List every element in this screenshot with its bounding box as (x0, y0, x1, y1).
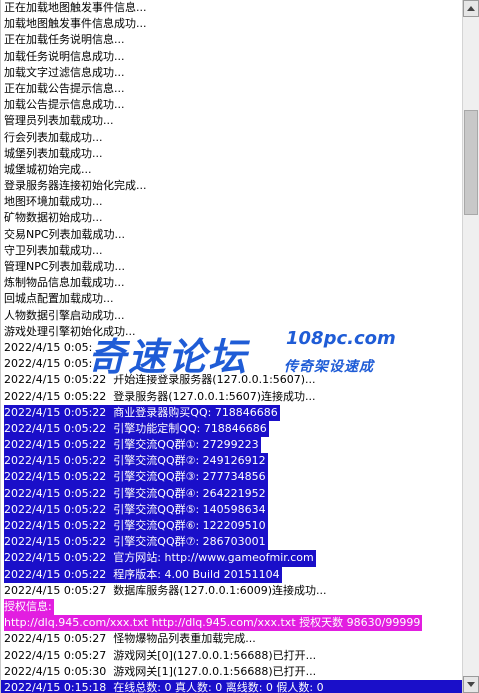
log-line-text: 城堡城初始完成... (4, 162, 92, 176)
log-line-text: 加载任务说明信息成功... (4, 49, 125, 63)
log-line-text: 2022/4/15 0:15:18 在线总数: 0 真人数: 0 离线数: 0 … (4, 680, 324, 693)
log-line-text: 2022/4/15 0:05:30 游戏网关[1](127.0.0.1:5668… (4, 664, 317, 678)
log-line: 2022/4/15 0:05:22 开始连接登录服务器(127.0.0.1:56… (1, 372, 462, 388)
log-line: 城堡城初始完成... (1, 162, 462, 178)
log-line: 交易NPC列表加载成功... (1, 227, 462, 243)
log-line-text: 2022/4/15 0:05:27 游戏网关[0](127.0.0.1:5668… (4, 648, 317, 662)
arrow-up-icon (467, 6, 475, 11)
log-line: 管理员列表加载成功... (1, 113, 462, 129)
server-log-panel[interactable]: 正在加载地图触发事件信息... 加载地图触发事件信息成功... 正在加载任务说明信息… (0, 0, 462, 693)
log-line: 2022/4/15 0:05:22 官方网站: http://www.gameo… (1, 550, 462, 567)
vertical-scrollbar[interactable] (462, 0, 479, 693)
log-line-text: 2022/4/15 0:05:22 引擎功能定制QQ: 718846686 (4, 420, 269, 438)
log-line: 2022/4/15 0:15:18 在线总数: 0 真人数: 0 离线数: 0 … (1, 679, 462, 693)
log-line-text: 游戏处理引擎初始化成功... (4, 324, 136, 338)
log-line-text: 2022/4/15 0:05:22 引擎交流QQ群①: 27299223 (4, 437, 261, 454)
log-line: 2022/4/15 0:05:30 游戏网关[1](127.0.0.1:5668… (1, 664, 462, 680)
log-line-text: 2022/4/15 0:05:22 官方网站: http://www.gameo… (4, 550, 316, 567)
log-line-text: 加载文字过滤信息成功... (4, 65, 125, 79)
log-line: 游戏处理引擎初始化成功... (1, 324, 462, 340)
log-line-text: 2022/4/15 0:05:22 引擎交流QQ群②: 249126912 (4, 453, 268, 470)
log-line-text: http://dlq.945.com/xxx.txt http://dlq.94… (4, 615, 423, 632)
log-line: 2022/4/15 0:05:22 引擎交流QQ群⑤: 140598634 (1, 501, 462, 519)
log-line: 矿物数据初始成功... (1, 210, 462, 226)
log-line: 2022/4/15 0:05:22 引擎交流QQ群②: 249126912 (1, 453, 462, 470)
log-line: 登录服务器连接初始化完成... (1, 178, 462, 194)
scroll-up-button[interactable] (463, 0, 479, 17)
log-line-text: 2022/4/15 0:05:22 开始连接登录服务器(127.0.0.1:56… (4, 373, 316, 387)
log-line: 2022/4/15 0:05: (1, 340, 462, 356)
log-line: 加载文字过滤信息成功... (1, 65, 462, 81)
log-line: 正在加载地图触发事件信息... (1, 0, 462, 16)
log-line: 2022/4/15 0:05:22 引擎交流QQ群①: 27299223 (1, 437, 462, 454)
log-line-text: 矿物数据初始成功... (4, 211, 103, 225)
log-line-text: 正在加载任务说明信息... (4, 33, 125, 47)
log-line-text: 登录服务器连接初始化完成... (4, 179, 147, 193)
log-line-text: 回城点配置加载成功... (4, 292, 114, 306)
scroll-down-button[interactable] (463, 676, 479, 693)
log-line-text: 2022/4/15 0:05: (4, 340, 93, 354)
log-line: 加载公告提示信息成功... (1, 97, 462, 113)
log-line-text: 行会列表加载成功... (4, 130, 103, 144)
log-line-text: 管理NPC列表加载成功... (4, 260, 126, 273)
log-line: 城堡列表加载成功... (1, 146, 462, 162)
log-line: http://dlq.945.com/xxx.txt http://dlq.94… (1, 615, 462, 632)
log-line: 2022/4/15 0:05:22 引擎交流QQ群③: 277734856 (1, 469, 462, 486)
log-line-text: 2022/4/15 0:05:22 引擎交流QQ群④: 264221952 (4, 485, 268, 502)
log-line: 地图环境加载成功... (1, 194, 462, 210)
log-line-text: 正在加载公告提示信息... (4, 81, 125, 95)
log-line-text: 2022/4/15 0:05:22 程序版本: 4.00 Build 20151… (4, 566, 282, 583)
log-line-text: 交易NPC列表加载成功... (4, 227, 126, 241)
log-line: 2022/4/15 0:05:27 数据库服务器(127.0.0.1:6009)… (1, 583, 462, 599)
log-line-text: 2022/4/15 0:05:27 怪物爆物品列表重加载完成... (4, 632, 256, 646)
log-line-text: 2022/4/15 0:05:22 引擎交流QQ群③: 277734856 (4, 469, 268, 486)
log-line-text: 2022/4/15 0:05:22 登录服务器(127.0.0.1:5607)连… (4, 389, 316, 403)
log-line-text: 正在加载地图触发事件信息... (4, 1, 147, 14)
log-line: 炼制物品信息加载成功... (1, 275, 462, 291)
log-line-text: 守卫列表加载成功... (4, 243, 103, 257)
scrollbar-thumb[interactable] (464, 110, 478, 215)
log-line: 行会列表加载成功... (1, 130, 462, 146)
log-line: 正在加载任务说明信息... (1, 32, 462, 48)
log-line-text: 管理员列表加载成功... (4, 114, 114, 128)
log-line: 人物数据引擎启动成功... (1, 308, 462, 324)
log-line: 2022/4/15 0:05:22 引擎功能定制QQ: 718846686 (1, 420, 462, 438)
log-line-text: 人物数据引擎启动成功... (4, 308, 125, 322)
log-line: 2022/4/15 0:05: (1, 356, 462, 372)
log-line-text: 2022/4/15 0:05:22 引擎交流QQ群⑦: 286703001 (4, 534, 268, 551)
log-line: 2022/4/15 0:05:22 引擎交流QQ群⑦: 286703001 (1, 534, 462, 551)
log-line: 2022/4/15 0:05:27 怪物爆物品列表重加载完成... (1, 631, 462, 647)
log-line-text: 炼制物品信息加载成功... (4, 276, 125, 290)
arrow-down-icon (467, 682, 475, 687)
log-line-text: 2022/4/15 0:05:22 引擎交流QQ群⑤: 140598634 (4, 501, 268, 519)
log-line: 授权信息: (1, 598, 462, 616)
log-line-text: 2022/4/15 0:05:22 引擎交流QQ群⑥: 122209510 (4, 518, 268, 535)
log-line: 回城点配置加载成功... (1, 291, 462, 307)
log-line-text: 2022/4/15 0:05:22 商业登录器购买QQ: 718846686 (4, 404, 280, 421)
log-line-text: 2022/4/15 0:05: (4, 357, 93, 371)
log-line: 2022/4/15 0:05:22 引擎交流QQ群⑥: 122209510 (1, 518, 462, 535)
log-line: 正在加载公告提示信息... (1, 81, 462, 97)
log-line-text: 2022/4/15 0:05:27 数据库服务器(127.0.0.1:6009)… (4, 583, 327, 597)
log-line-text: 地图环境加载成功... (4, 195, 103, 209)
log-line-text: 授权信息: (4, 598, 54, 616)
log-line: 2022/4/15 0:05:22 登录服务器(127.0.0.1:5607)连… (1, 389, 462, 405)
log-line: 加载任务说明信息成功... (1, 49, 462, 65)
log-line-text: 加载公告提示信息成功... (4, 98, 125, 112)
log-line: 2022/4/15 0:05:22 引擎交流QQ群④: 264221952 (1, 485, 462, 502)
log-line: 2022/4/15 0:05:27 游戏网关[0](127.0.0.1:5668… (1, 648, 462, 664)
log-line-text: 加载地图触发事件信息成功... (4, 17, 147, 31)
log-line: 加载地图触发事件信息成功... (1, 16, 462, 32)
log-line: 守卫列表加载成功... (1, 243, 462, 259)
log-line: 2022/4/15 0:05:22 商业登录器购买QQ: 718846686 (1, 404, 462, 421)
log-line-text: 城堡列表加载成功... (4, 146, 103, 160)
log-line: 管理NPC列表加载成功... (1, 259, 462, 275)
log-line: 2022/4/15 0:05:22 程序版本: 4.00 Build 20151… (1, 566, 462, 583)
